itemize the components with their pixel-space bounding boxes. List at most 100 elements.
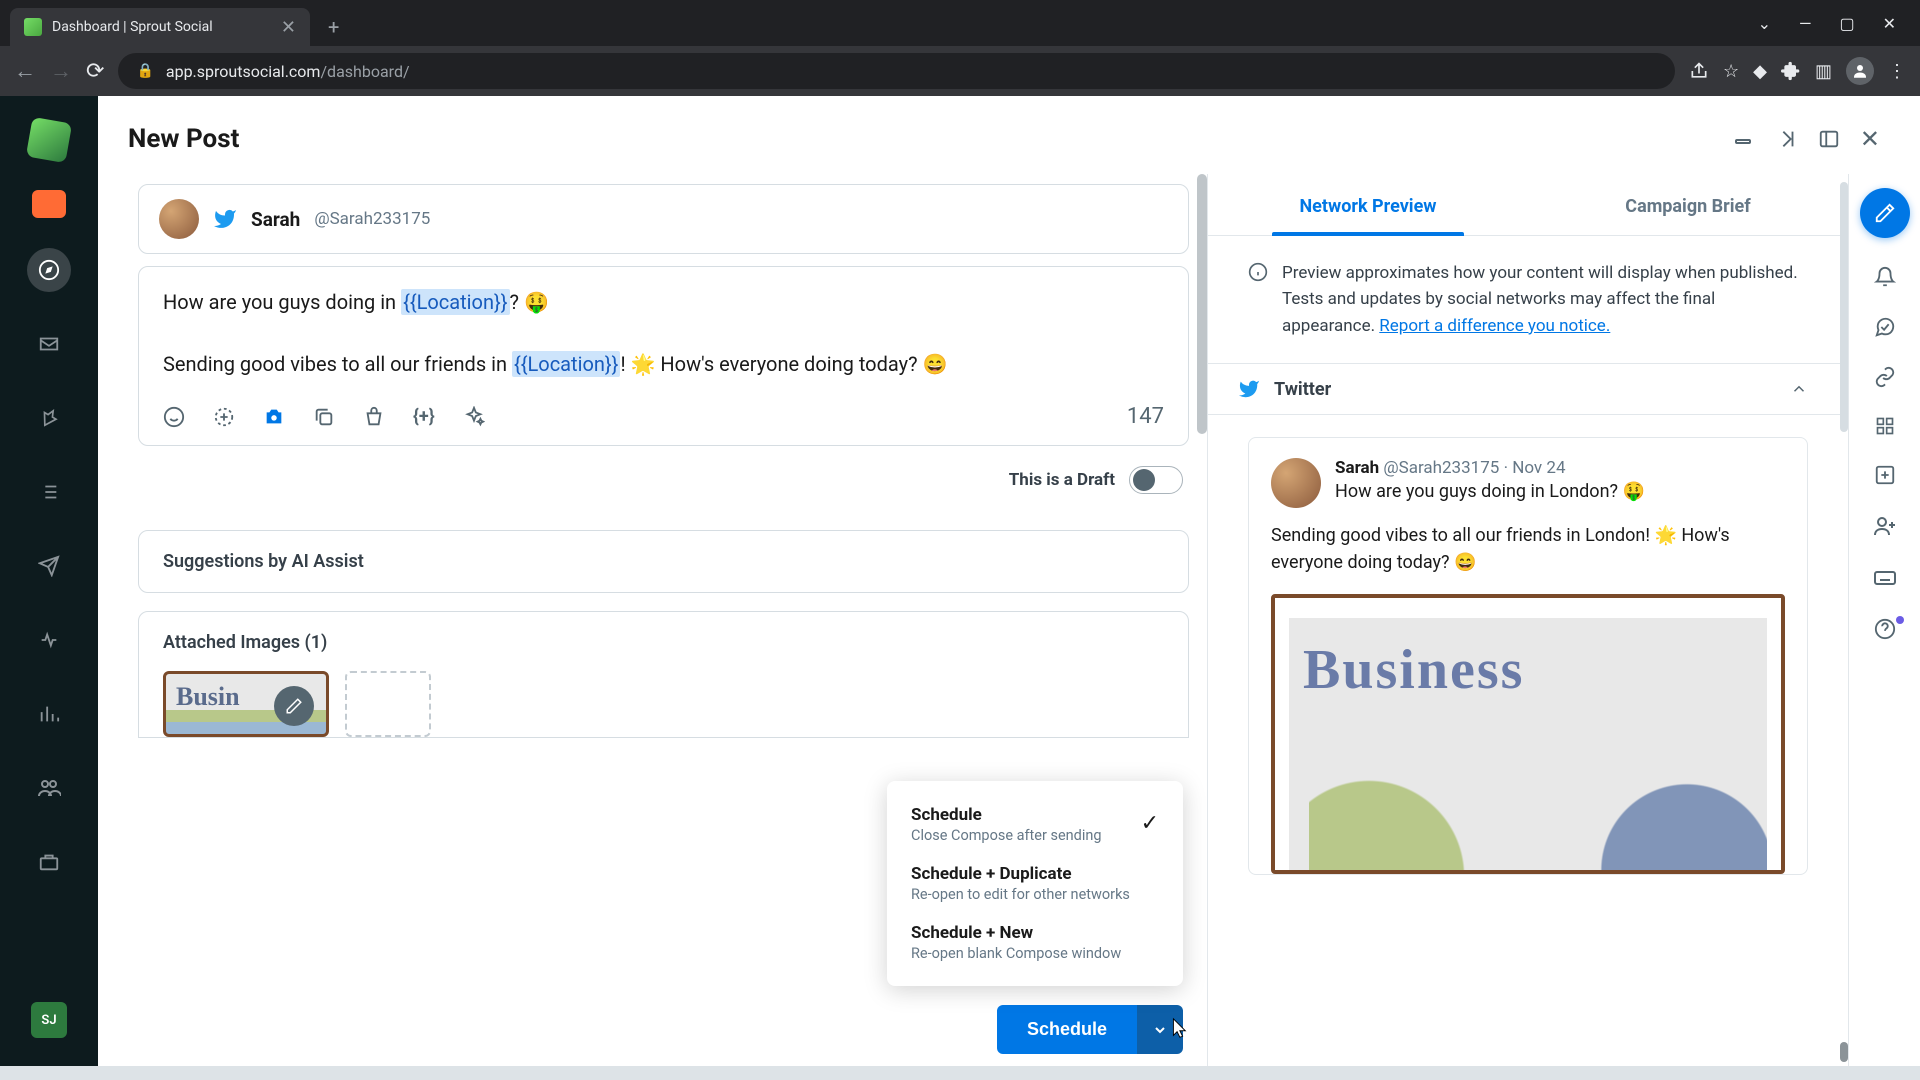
sidepanel-icon[interactable]: ▥ [1815,61,1832,82]
lock-icon: 🔒 [136,63,153,79]
image-thumbnail[interactable]: Busin [163,671,329,737]
tab-campaign-brief[interactable]: Campaign Brief [1528,174,1848,235]
character-count: 147 [1127,404,1164,429]
nav-reports-icon[interactable] [27,692,71,736]
nav-people-icon[interactable] [27,766,71,810]
ai-suggestions-section[interactable]: Suggestions by AI Assist [138,530,1189,593]
nav-list-icon[interactable] [27,470,71,514]
keyboard-icon[interactable] [1873,566,1897,590]
profile-icon[interactable] [1846,57,1874,85]
tab-bar: Dashboard | Sprout Social ✕ + [0,0,1920,46]
avatar-icon [159,199,199,239]
add-square-icon[interactable] [1874,464,1896,486]
draft-label: This is a Draft [1009,470,1115,490]
close-window-icon[interactable]: ✕ [1883,14,1896,33]
menu-schedule-new[interactable]: Schedule + New Re-open blank Compose win… [887,913,1183,972]
schedule-button[interactable]: Schedule [997,1005,1137,1054]
add-image-button[interactable] [345,671,431,737]
notifications-icon[interactable] [1874,266,1896,288]
new-tab-icon[interactable]: + [328,15,339,39]
address-bar-row: ← → ⟳ 🔒 app.sproutsocial.com/dashboard/ … [0,46,1920,96]
preview-image: Business [1271,594,1785,874]
close-tab-icon[interactable]: ✕ [281,17,296,38]
draft-toggle[interactable] [1129,466,1183,494]
edit-thumbnail-icon[interactable] [274,686,314,726]
cursor-icon [1167,1017,1189,1039]
location-token[interactable]: {{Location}} [401,289,509,315]
tab-dropdown-icon[interactable]: ⌄ [1758,14,1771,33]
nav-compass-icon[interactable] [27,248,71,292]
sprout-logo-icon[interactable] [26,117,72,163]
nav-send-icon[interactable] [27,544,71,588]
ai-assist-icon[interactable] [463,406,485,428]
preview-date: Nov 24 [1512,458,1565,478]
copy-icon[interactable] [313,406,335,428]
profile-selector[interactable]: Sarah @Sarah233175 [138,184,1189,254]
main-panel: New Post ✕ Sarah [98,96,1920,1066]
tweet-preview-card: Sarah @Sarah233175 · Nov 24 How are you … [1248,437,1808,875]
close-icon[interactable]: ✕ [1860,125,1880,153]
reload-icon[interactable]: ⟳ [86,59,104,84]
nav-pin-icon[interactable] [27,396,71,440]
layout-icon[interactable] [1818,128,1840,150]
network-section-header[interactable]: Twitter [1208,363,1848,415]
preview-scrollbar-arrow[interactable] [1840,1042,1848,1062]
menu-icon[interactable]: ⋮ [1888,61,1906,82]
post-text-input[interactable]: How are you guys doing in {{Location}}? … [163,287,1164,380]
browser-tab[interactable]: Dashboard | Sprout Social ✕ [10,8,310,46]
address-bar[interactable]: 🔒 app.sproutsocial.com/dashboard/ [118,53,1675,89]
menu-schedule-duplicate[interactable]: Schedule + Duplicate Re-open to edit for… [887,854,1183,913]
report-difference-link[interactable]: Report a difference you notice. [1379,316,1610,336]
url-text: app.sproutsocial.com/dashboard/ [166,62,410,81]
link-icon[interactable] [1874,366,1896,388]
nav-folder-icon[interactable] [32,190,66,218]
notification-dot [1896,616,1904,624]
attached-images-label: Attached Images (1) [163,632,1164,653]
extensions-icon[interactable] [1781,61,1801,81]
bookmark-icon[interactable]: ☆ [1723,61,1739,82]
window-controls: ⌄ — ▢ ✕ [1734,0,1920,47]
attached-images-section: Attached Images (1) Busin [138,611,1189,738]
nav-pulse-icon[interactable] [27,618,71,662]
camera-icon[interactable] [263,406,285,428]
emoji-icon[interactable] [163,406,185,428]
preview-handle: @Sarah233175 [1383,458,1499,478]
location-token[interactable]: {{Location}} [512,351,620,377]
preview-text-line1: How are you guys doing in London? 🤑 [1335,478,1645,505]
page-title: New Post [128,124,1714,154]
variable-icon[interactable]: {+} [413,406,435,427]
expand-icon[interactable] [1776,128,1798,150]
right-rail [1848,174,1920,1066]
schedule-options-button[interactable] [1137,1005,1183,1054]
scrollbar[interactable] [1197,174,1207,434]
share-icon[interactable] [1689,61,1709,81]
user-avatar[interactable]: SJ [31,1002,67,1038]
compose-column: Sarah @Sarah233175 How are you guys doin… [98,174,1207,1066]
menu-schedule[interactable]: Schedule Close Compose after sending ✓ [887,795,1183,854]
nav-inbox-icon[interactable] [27,322,71,366]
tab-title: Dashboard | Sprout Social [52,19,271,35]
chevron-up-icon [1790,380,1808,398]
compose-fab-button[interactable] [1860,188,1910,238]
preview-tabs: Network Preview Campaign Brief [1208,174,1848,236]
back-icon[interactable]: ← [14,58,36,84]
network-name: Twitter [1274,379,1776,400]
extension-badge-icon[interactable]: ◆ [1753,61,1767,82]
preview-name: Sarah [1335,458,1379,478]
maximize-icon[interactable]: ▢ [1839,14,1854,33]
compose-text-card: How are you guys doing in {{Location}}? … [138,266,1189,446]
schedule-button-group: Schedule [997,1005,1183,1054]
nav-briefcase-icon[interactable] [27,840,71,884]
feedback-icon[interactable] [1874,316,1896,338]
help-icon[interactable] [1874,618,1896,640]
product-tag-icon[interactable] [363,406,385,428]
schedule-dropdown-menu: Schedule Close Compose after sending ✓ S… [887,781,1183,986]
minimize-compose-icon[interactable] [1734,132,1756,146]
apps-icon[interactable] [1875,416,1895,436]
add-user-icon[interactable] [1873,514,1897,538]
twitter-icon [1238,378,1260,400]
tab-network-preview[interactable]: Network Preview [1208,174,1528,235]
target-icon[interactable] [213,406,235,428]
twitter-icon [213,207,237,231]
minimize-icon[interactable]: — [1799,14,1812,33]
